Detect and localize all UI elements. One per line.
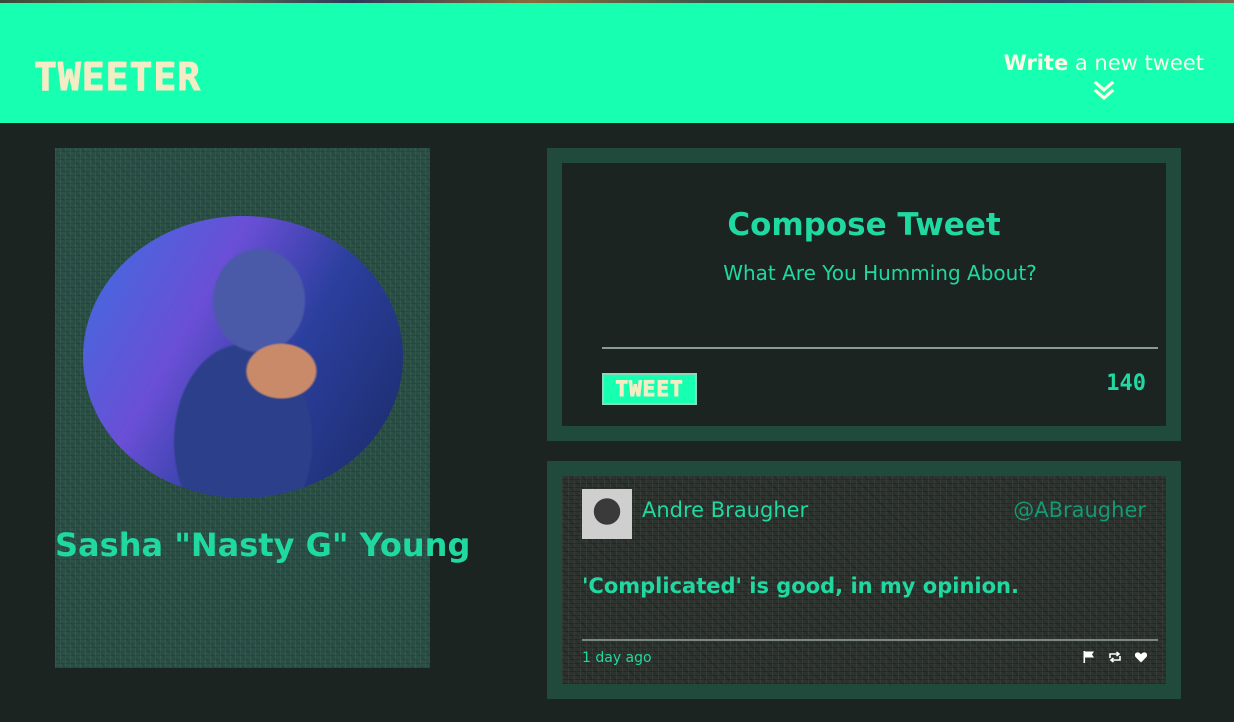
tweet-timestamp: 1 day ago <box>582 650 652 666</box>
profile-avatar <box>83 216 403 498</box>
tweet-author-name: Andre Braugher <box>642 498 809 522</box>
character-counter: 140 <box>1106 371 1146 396</box>
tweet-divider <box>582 639 1158 641</box>
write-label: Write a new tweet <box>1004 51 1204 75</box>
write-label-rest: a new tweet <box>1068 51 1204 75</box>
navbar: Tweeter Write a new tweet <box>0 3 1234 123</box>
tweet-text: 'Complicated' is good, in my opinion. <box>582 574 1019 598</box>
retweet-icon[interactable] <box>1108 650 1122 664</box>
tweet-text-input[interactable] <box>602 259 1158 349</box>
double-chevron-down-icon[interactable] <box>1092 79 1116 103</box>
brand-logo[interactable]: Tweeter <box>33 55 201 100</box>
compose-tweet-form: Compose Tweet Tweet 140 <box>562 163 1166 426</box>
tweet-author-avatar <box>582 489 632 539</box>
profile-name: Sasha "Nasty G" Young <box>55 526 471 564</box>
tweet-submit-button[interactable]: Tweet <box>602 373 697 405</box>
tweet-actions <box>1082 650 1148 664</box>
tweet-article: Andre Braugher @ABraugher 'Complicated' … <box>547 461 1181 699</box>
write-new-tweet-toggle[interactable]: Write a new tweet <box>1004 51 1204 103</box>
tweet-content: Andre Braugher @ABraugher 'Complicated' … <box>562 476 1166 684</box>
flag-icon[interactable] <box>1082 650 1096 664</box>
compose-tweet-section: Compose Tweet Tweet 140 <box>547 148 1181 441</box>
tweet-author-handle: @ABraugher <box>1013 498 1146 522</box>
profile-card: Sasha "Nasty G" Young <box>55 148 471 668</box>
compose-title: Compose Tweet <box>727 207 1001 243</box>
heart-icon[interactable] <box>1134 650 1148 664</box>
write-label-bold: Write <box>1003 51 1069 75</box>
